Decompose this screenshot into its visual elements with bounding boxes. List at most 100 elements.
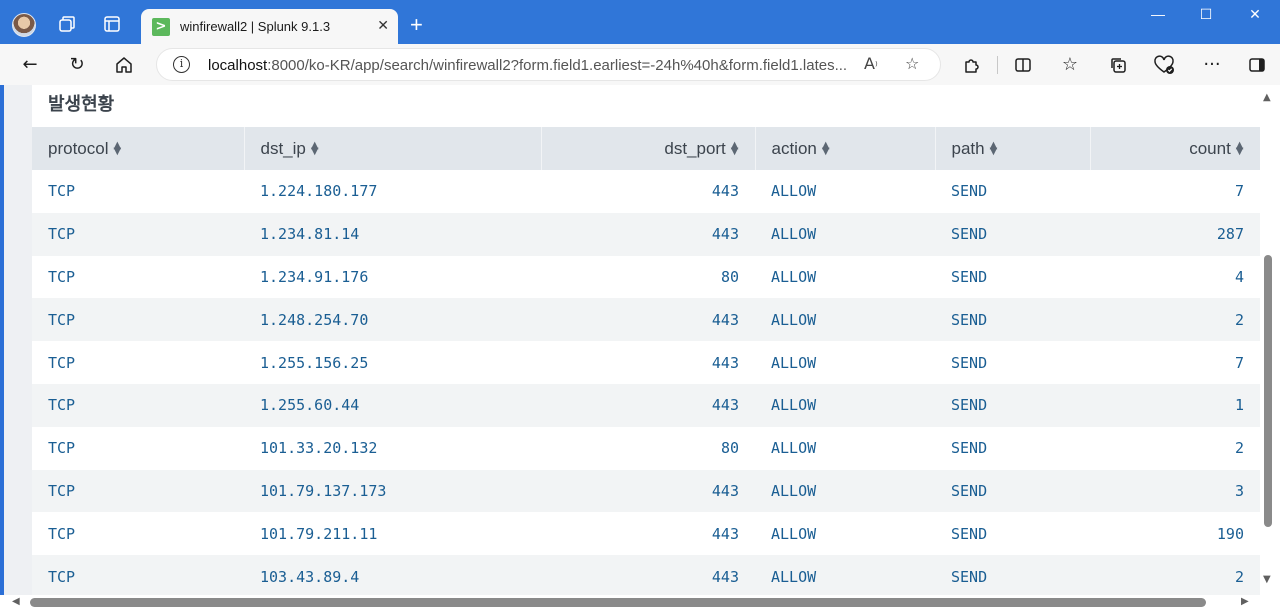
cell-dst-port[interactable]: 443 — [541, 555, 755, 595]
cell-dst-port[interactable]: 443 — [541, 383, 755, 427]
cell-path[interactable]: SEND — [935, 383, 1090, 427]
column-header-count[interactable]: count ▲ ▼ — [1090, 127, 1260, 170]
favorite-star-icon[interactable]: ☆ — [905, 54, 919, 73]
browser-essentials-icon[interactable] — [1152, 53, 1176, 77]
cell-protocol[interactable]: TCP — [32, 512, 244, 556]
cell-action[interactable]: ALLOW — [755, 512, 935, 556]
table-row[interactable]: TCP 101.79.211.11 443 ALLOW SEND 190 — [32, 512, 1260, 556]
cell-dst-ip[interactable]: 1.255.156.25 — [244, 341, 541, 384]
table-row[interactable]: TCP 1.234.81.14 443 ALLOW SEND 287 — [32, 212, 1260, 256]
cell-dst-ip[interactable]: 101.79.211.11 — [244, 512, 541, 556]
cell-dst-ip[interactable]: 1.248.254.70 — [244, 298, 541, 342]
cell-action[interactable]: ALLOW — [755, 383, 935, 427]
scroll-left-arrow-icon[interactable]: ◀ — [12, 596, 20, 607]
cell-count[interactable]: 7 — [1090, 170, 1260, 213]
sort-icon[interactable]: ▲ ▼ — [1236, 141, 1244, 157]
table-row[interactable]: TCP 1.255.60.44 443 ALLOW SEND 1 — [32, 383, 1260, 427]
cell-protocol[interactable]: TCP — [32, 469, 244, 513]
cell-action[interactable]: ALLOW — [755, 170, 935, 213]
cell-path[interactable]: SEND — [935, 255, 1090, 299]
column-header-protocol[interactable]: protocol ▲ ▼ — [32, 127, 245, 170]
cell-path[interactable]: SEND — [935, 170, 1090, 213]
cell-count[interactable]: 287 — [1090, 212, 1260, 256]
sidebar-toggle-icon[interactable] — [1245, 53, 1269, 77]
sort-icon[interactable]: ▲ ▼ — [822, 141, 830, 157]
cell-protocol[interactable]: TCP — [32, 212, 244, 256]
table-row[interactable]: TCP 101.79.137.173 443 ALLOW SEND 3 — [32, 469, 1260, 513]
cell-dst-port[interactable]: 443 — [541, 469, 755, 513]
cell-action[interactable]: ALLOW — [755, 426, 935, 470]
profile-avatar[interactable] — [12, 13, 36, 37]
column-header-dst-port[interactable]: dst_port ▲ ▼ — [541, 127, 756, 170]
home-icon[interactable] — [112, 53, 136, 77]
column-header-dst-ip[interactable]: dst_ip ▲ ▼ — [244, 127, 542, 170]
new-tab-icon[interactable]: + — [410, 12, 423, 38]
cell-path[interactable]: SEND — [935, 212, 1090, 256]
tab-actions-icon[interactable] — [102, 14, 122, 34]
minimize-icon[interactable]: — — [1143, 6, 1173, 22]
table-row[interactable]: TCP 1.224.180.177 443 ALLOW SEND 7 — [32, 170, 1260, 213]
url-text[interactable]: localhost:8000/ko-KR/app/search/winfirew… — [208, 57, 853, 74]
cell-dst-port[interactable]: 443 — [541, 212, 755, 256]
horizontal-scrollbar-thumb[interactable] — [30, 598, 1206, 607]
cell-dst-ip[interactable]: 1.255.60.44 — [244, 383, 541, 427]
cell-action[interactable]: ALLOW — [755, 469, 935, 513]
cell-dst-port[interactable]: 443 — [541, 512, 755, 556]
cell-count[interactable]: 4 — [1090, 255, 1260, 299]
cell-path[interactable]: SEND — [935, 426, 1090, 470]
read-aloud-icon[interactable]: A⁾ — [864, 54, 878, 73]
cell-action[interactable]: ALLOW — [755, 341, 935, 384]
cell-protocol[interactable]: TCP — [32, 383, 244, 427]
cell-dst-ip[interactable]: 101.33.20.132 — [244, 426, 541, 470]
sort-icon[interactable]: ▲ ▼ — [731, 141, 739, 157]
collections-icon[interactable] — [1106, 53, 1130, 77]
cell-path[interactable]: SEND — [935, 341, 1090, 384]
cell-action[interactable]: ALLOW — [755, 555, 935, 595]
browser-tab-active[interactable]: > winfirewall2 | Splunk 9.1.3 ✕ — [141, 9, 398, 45]
table-row[interactable]: TCP 103.43.89.4 443 ALLOW SEND 2 — [32, 555, 1260, 595]
cell-dst-port[interactable]: 80 — [541, 255, 755, 299]
cell-dst-port[interactable]: 80 — [541, 426, 755, 470]
column-header-action[interactable]: action ▲ ▼ — [755, 127, 936, 170]
sort-icon[interactable]: ▲ ▼ — [311, 141, 319, 157]
cell-dst-port[interactable]: 443 — [541, 170, 755, 213]
cell-count[interactable]: 2 — [1090, 555, 1260, 595]
cell-protocol[interactable]: TCP — [32, 298, 244, 342]
sort-icon[interactable]: ▲ ▼ — [990, 141, 998, 157]
table-row[interactable]: TCP 101.33.20.132 80 ALLOW SEND 2 — [32, 426, 1260, 470]
refresh-icon[interactable]: ↻ — [65, 53, 89, 77]
cell-count[interactable]: 7 — [1090, 341, 1260, 384]
sort-icon[interactable]: ▲ ▼ — [113, 141, 121, 157]
cell-protocol[interactable]: TCP — [32, 341, 244, 384]
cell-action[interactable]: ALLOW — [755, 255, 935, 299]
cell-path[interactable]: SEND — [935, 469, 1090, 513]
cell-protocol[interactable]: TCP — [32, 426, 244, 470]
cell-dst-ip[interactable]: 101.79.137.173 — [244, 469, 541, 513]
extensions-icon[interactable] — [960, 53, 984, 77]
tab-close-icon[interactable]: ✕ — [377, 17, 389, 34]
address-bar[interactable]: i localhost:8000/ko-KR/app/search/winfir… — [156, 48, 941, 81]
maximize-icon[interactable]: ☐ — [1191, 6, 1221, 23]
cell-dst-ip[interactable]: 1.234.91.176 — [244, 255, 541, 299]
cell-dst-port[interactable]: 443 — [541, 341, 755, 384]
cell-action[interactable]: ALLOW — [755, 298, 935, 342]
cell-dst-ip[interactable]: 1.224.180.177 — [244, 170, 541, 213]
workspaces-icon[interactable] — [57, 14, 77, 34]
close-window-icon[interactable]: ✕ — [1240, 6, 1270, 23]
cell-path[interactable]: SEND — [935, 512, 1090, 556]
settings-more-icon[interactable]: ··· — [1200, 53, 1224, 77]
back-icon[interactable]: ← — [18, 53, 42, 77]
cell-count[interactable]: 2 — [1090, 426, 1260, 470]
split-screen-icon[interactable] — [1011, 53, 1035, 77]
scroll-down-arrow-icon[interactable]: ▼ — [1263, 574, 1271, 585]
cell-count[interactable]: 3 — [1090, 469, 1260, 513]
cell-path[interactable]: SEND — [935, 555, 1090, 595]
cell-action[interactable]: ALLOW — [755, 212, 935, 256]
scroll-right-arrow-icon[interactable]: ▶ — [1241, 596, 1249, 607]
table-row[interactable]: TCP 1.248.254.70 443 ALLOW SEND 2 — [32, 298, 1260, 342]
cell-dst-ip[interactable]: 103.43.89.4 — [244, 555, 541, 595]
favorites-icon[interactable]: ☆ — [1058, 53, 1082, 77]
cell-dst-ip[interactable]: 1.234.81.14 — [244, 212, 541, 256]
cell-protocol[interactable]: TCP — [32, 170, 244, 213]
cell-count[interactable]: 190 — [1090, 512, 1260, 556]
